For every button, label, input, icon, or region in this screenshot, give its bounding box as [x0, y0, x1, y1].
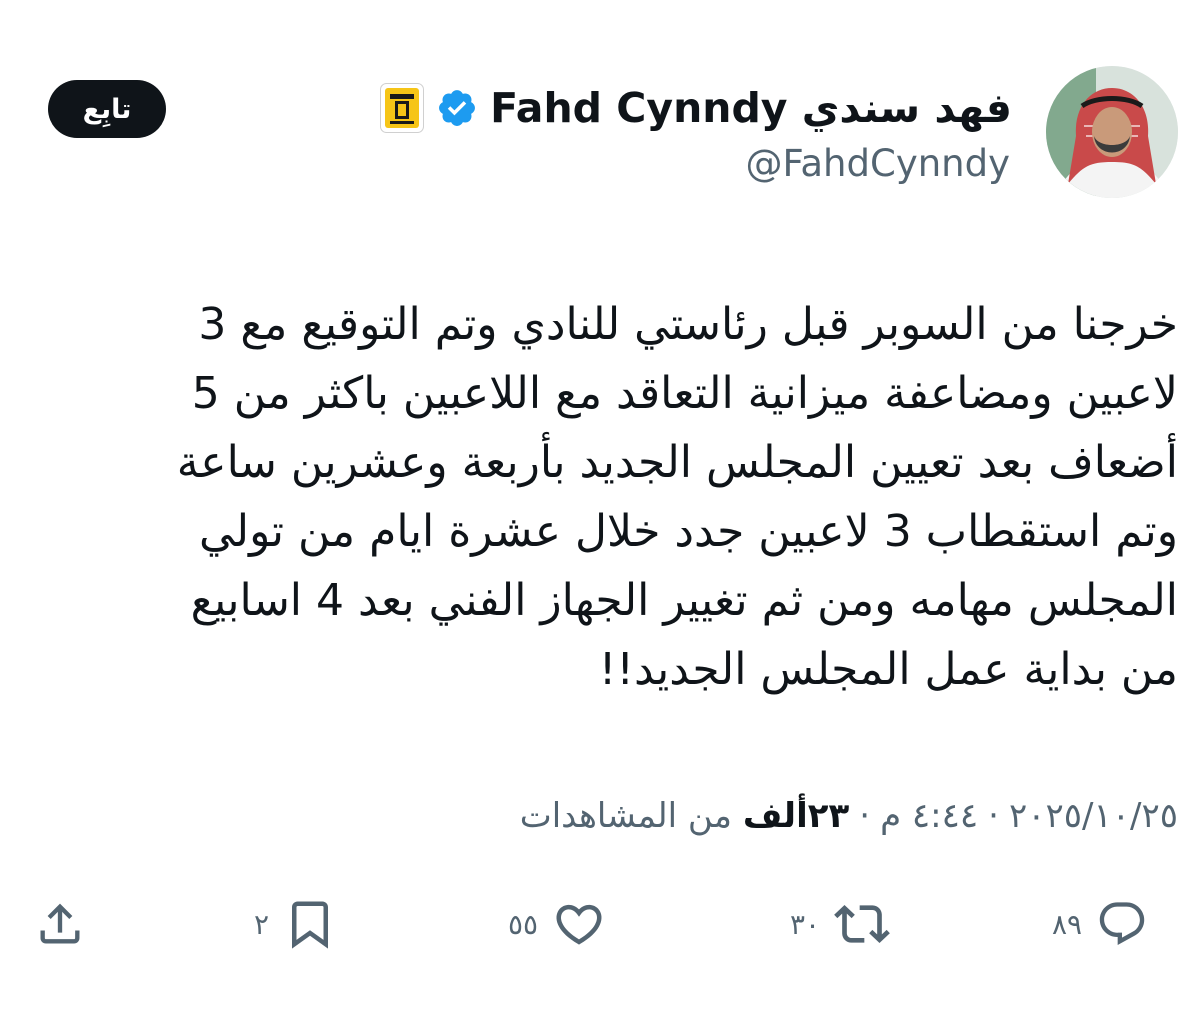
- author-name-row[interactable]: فهد سندي Fahd Cynndy: [380, 78, 1012, 138]
- share-icon: [40, 903, 80, 944]
- author-display-name[interactable]: فهد سندي Fahd Cynndy: [490, 84, 1012, 132]
- tweet-time[interactable]: ٤:٤٤ م: [880, 796, 978, 836]
- meta-separator: ·: [859, 796, 871, 836]
- repost-icon: [834, 905, 890, 943]
- bookmark-count: ٢: [254, 907, 270, 941]
- tweet-detail-view: فهد سندي Fahd Cynndy @FahdCynndy تابِع خ…: [0, 0, 1200, 1024]
- repost-count: ٣٠: [790, 907, 821, 941]
- reply-count: ٨٩: [1052, 907, 1083, 941]
- meta-separator: ·: [988, 796, 999, 836]
- author-handle[interactable]: @FahdCynndy: [745, 142, 1010, 185]
- tweet-text: خرجنا من السوبر قبل رئاستي للنادي وتم ال…: [176, 299, 1178, 695]
- like-count: ٥٥: [508, 907, 539, 941]
- share-button[interactable]: [34, 892, 86, 956]
- action-bar: ٨٩ ٣٠ ٥٥ ٢: [0, 892, 1200, 956]
- views-label: من المشاهدات: [519, 796, 732, 836]
- club-logo-icon[interactable]: [380, 83, 425, 133]
- avatar[interactable]: [1046, 66, 1178, 198]
- tweet-meta: ٢٠٢٥/١٠/٢٥ · ٤:٤٤ م · ٢٣ألف من المشاهدات: [520, 796, 1178, 836]
- follow-button[interactable]: تابِع: [48, 80, 166, 138]
- like-button[interactable]: ٥٥: [508, 892, 606, 956]
- bookmark-button[interactable]: ٢: [254, 892, 337, 956]
- views-count[interactable]: ٢٣ألف: [743, 796, 849, 836]
- repost-button[interactable]: ٣٠: [790, 892, 890, 956]
- heart-icon: [556, 904, 602, 945]
- verified-badge-icon[interactable]: [436, 87, 478, 129]
- profile-photo: [1046, 66, 1178, 198]
- bookmark-icon: [292, 901, 329, 949]
- tweet-date[interactable]: ٢٠٢٥/١٠/٢٥: [1009, 796, 1178, 836]
- reply-button[interactable]: ٨٩: [1052, 892, 1148, 956]
- reply-icon: [1099, 902, 1145, 946]
